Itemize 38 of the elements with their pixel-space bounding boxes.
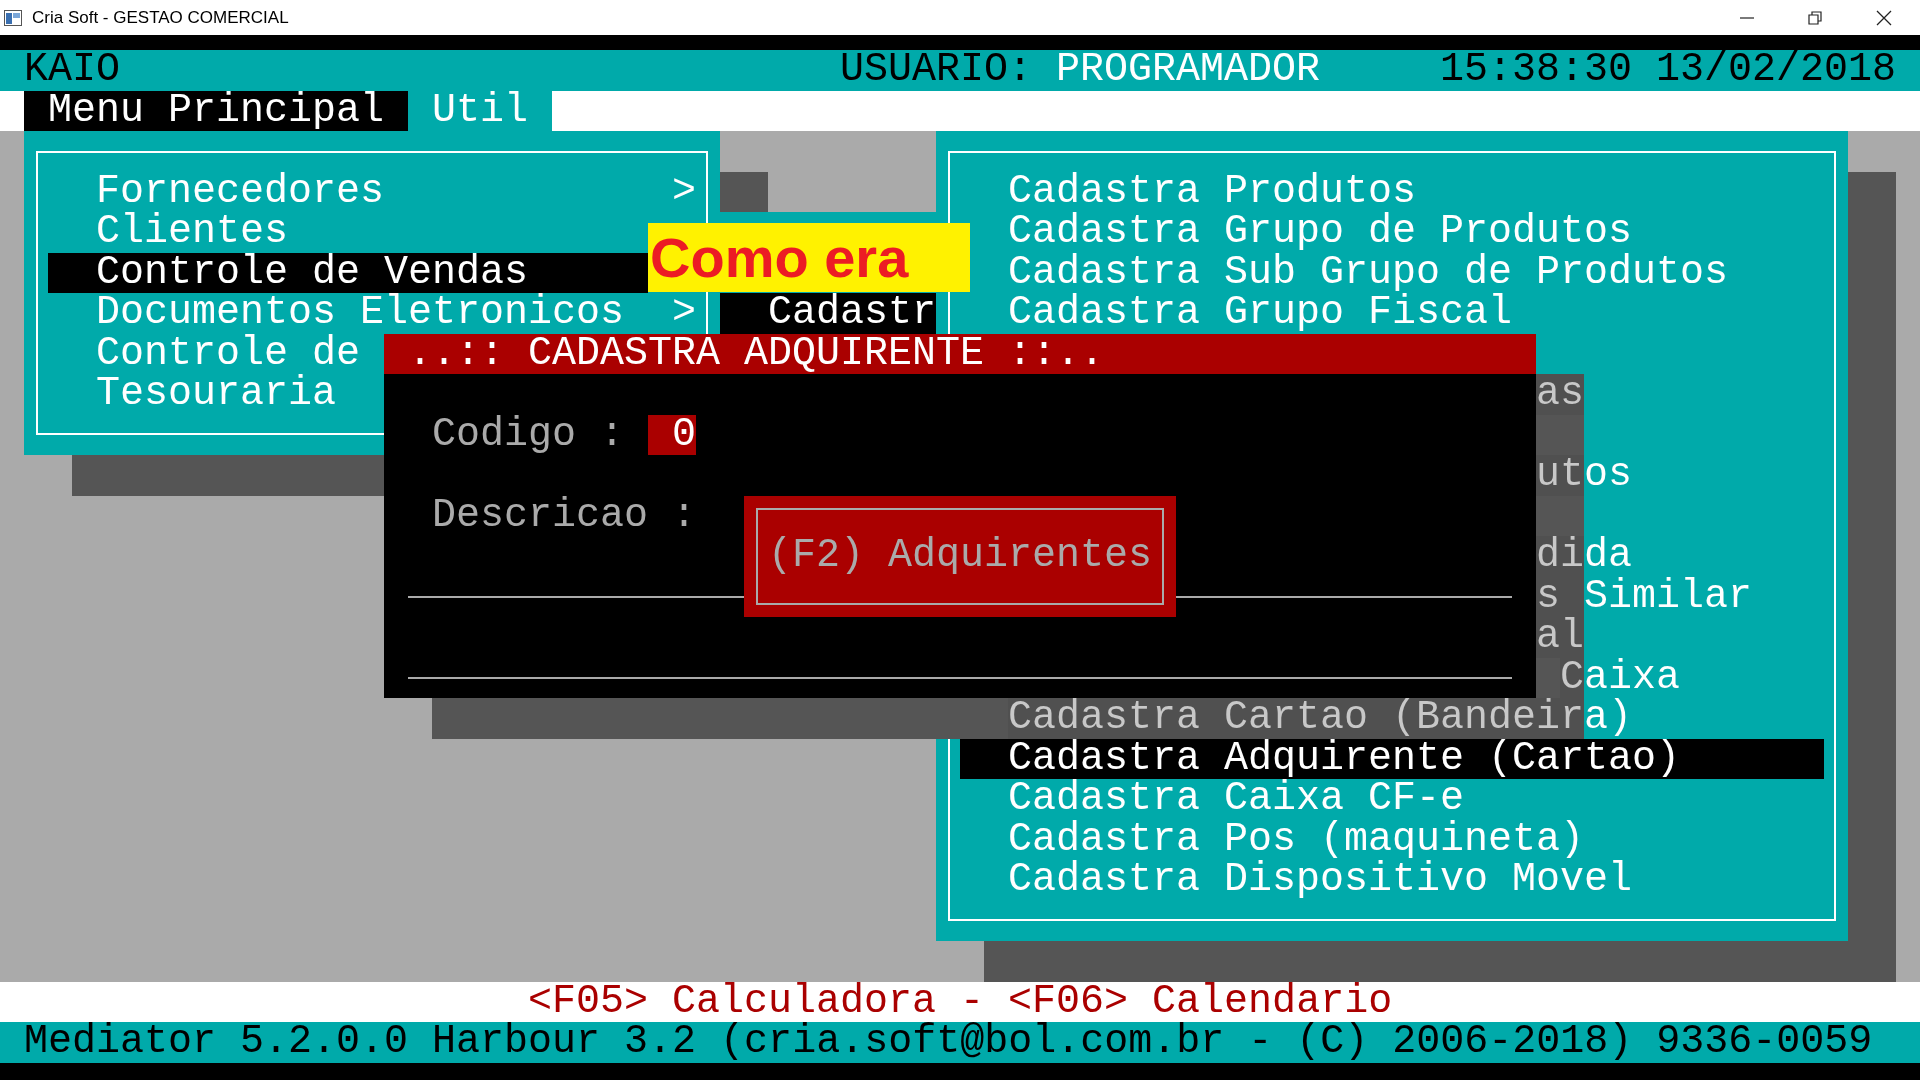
submenu-arrow: > [672, 171, 696, 212]
restore-icon[interactable] [1808, 10, 1822, 25]
window-title: Cria Soft - GESTAO COMERCIAL [32, 7, 289, 28]
code-field[interactable]: 0 [648, 414, 696, 455]
menu-tab[interactable]: Menu Principal [24, 90, 408, 131]
user-label: USUARIO: [840, 50, 1033, 91]
user-name: PROGRAMADOR [1056, 50, 1321, 91]
app-icon [4, 9, 22, 26]
menu-item[interactable]: Clientes [48, 212, 289, 253]
dialog-shadow [1536, 495, 1584, 536]
menu-item[interactable]: Documentos Eletronicos > [48, 293, 696, 334]
dialog-title: ..:: CADASTRA ADQUIRENTE ::.. [384, 333, 1536, 374]
annotation-label: Como era [648, 223, 970, 292]
hotkey-hint: <F05> Calculadora - <F06> Calendario [528, 981, 1393, 1022]
field-label: Codigo : [432, 414, 625, 455]
menu-item[interactable]: Controle de Vendas [48, 252, 648, 293]
menu-tab[interactable]: Util [408, 90, 552, 131]
menu-item[interactable]: Cadastr [720, 293, 936, 334]
date-time: 15:38:30 13/02/2018 [1440, 50, 1897, 91]
menu-item[interactable]: Cadastra Adquirente (Cartao) [960, 738, 1824, 779]
menu-item[interactable]: Controle de [48, 333, 361, 374]
close-icon[interactable] [1876, 9, 1892, 26]
submenu-arrow: > [672, 293, 696, 334]
menu-item[interactable]: Cadastra Dispositivo Movel [1008, 860, 1633, 901]
menu-item[interactable]: Cadastra Grupo Fiscal [1008, 293, 1513, 334]
dialog-shadow [1536, 414, 1584, 455]
lookup-button[interactable]: (F2) Adquirentes [744, 495, 1176, 617]
menu-item[interactable]: Cadastra Grupo de Produtos [1008, 212, 1633, 253]
menu-item[interactable]: Cadastra Pos (maquineta) [1008, 819, 1585, 860]
menu-item[interactable]: Tesouraria [48, 374, 337, 415]
menu-item[interactable]: Cadastra Caixa CF-e [1008, 779, 1465, 820]
menu-item[interactable]: Fornecedores > [48, 171, 696, 212]
menu-item[interactable]: Cadastra Produtos [1008, 171, 1417, 212]
menu-item[interactable]: Cadastra Sub Grupo de Produtos [1008, 252, 1729, 293]
status-text: Mediator 5.2.0.0 Harbour 3.2 (cria.soft@bol.com.br - (C) 2006-2018) 9336-0059 [24, 1022, 1873, 1063]
company-name: KAIO [24, 50, 120, 91]
field-label: Descricao : [432, 495, 697, 536]
dialog-shadow [1536, 657, 1560, 698]
